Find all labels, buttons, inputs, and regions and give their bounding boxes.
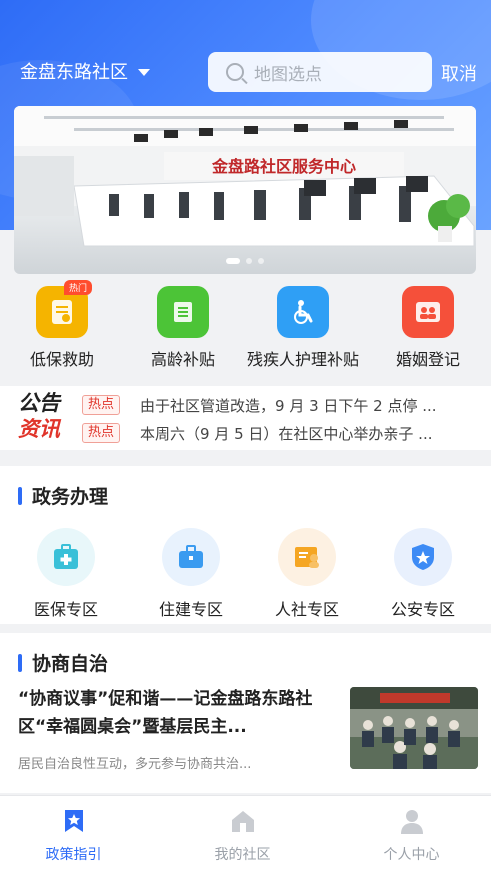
article-summary: 居民自治良性互动，多元参与协商共治...	[18, 757, 252, 772]
article-title[interactable]: “协商议事”促和谐——记金盘路东路社区“幸福圆桌会”暨基层民主...	[18, 685, 318, 741]
bottom-tab-bar: 政策指引 我的社区 个人中心	[0, 795, 491, 877]
user-icon	[397, 806, 427, 836]
gov-social-security[interactable]: 人社专区	[252, 528, 362, 620]
book-icon	[157, 286, 209, 338]
gov-public-security[interactable]: 公安专区	[368, 528, 478, 620]
tab-personal-center[interactable]: 个人中心	[330, 806, 491, 864]
home-icon	[228, 806, 258, 836]
search-icon	[226, 63, 244, 81]
service-label: 残疾人护理补贴	[246, 350, 359, 369]
section-title: 协商自治	[18, 649, 108, 676]
quick-services: 热门 低保救助 高龄补贴 残疾人护理补贴 婚姻登记	[0, 280, 491, 382]
hot-tag: 热点	[82, 423, 121, 443]
hot-tag: 热点	[82, 395, 121, 415]
search-placeholder: 地图选点	[254, 64, 322, 85]
location-selector[interactable]: 金盘东路社区	[20, 58, 150, 84]
notice-logo: 公告 资讯	[18, 390, 60, 441]
banner-sign-text: 金盘路社区服务中心	[211, 157, 356, 176]
policy-bookmark-icon	[59, 806, 89, 836]
service-elderly-subsidy[interactable]: 高龄补贴	[118, 286, 248, 370]
service-marriage[interactable]: 婚姻登记	[363, 286, 491, 370]
gov-label: 住建专区	[158, 600, 223, 619]
service-label: 高龄补贴	[150, 350, 215, 369]
gov-section: 政务办理 医保专区 住建专区 人社专区 公安专区	[0, 466, 491, 624]
notice-board: 公告 资讯 热点 由于社区管道改造，9 月 3 日下午 2 点停 ... 热点 …	[0, 386, 491, 450]
article-thumbnail[interactable]	[350, 687, 478, 769]
wheelchair-icon	[277, 286, 329, 338]
police-badge-icon	[394, 528, 452, 586]
consult-section: 协商自治 “协商议事”促和谐——记金盘路东路社区“幸福圆桌会”暨基层民主... …	[0, 633, 491, 793]
cancel-button[interactable]: 取消	[441, 60, 477, 86]
tab-label: 个人中心	[383, 847, 440, 863]
gov-label: 人社专区	[274, 600, 339, 619]
notice-text: 本周六（9 月 5 日）在社区中心举办亲子 ...	[140, 424, 433, 443]
medical-kit-icon	[37, 528, 95, 586]
banner-image: 金盘路社区服务中心	[14, 106, 476, 274]
carousel-indicator	[226, 258, 264, 264]
gov-label: 医保专区	[33, 600, 98, 619]
search-input[interactable]: 地图选点	[208, 52, 432, 92]
location-label: 金盘东路社区	[20, 62, 128, 83]
service-dibao[interactable]: 热门 低保救助	[0, 280, 127, 370]
tab-my-community[interactable]: 我的社区	[161, 806, 324, 864]
banner-carousel[interactable]: 金盘路社区服务中心	[14, 106, 476, 274]
service-disability-care[interactable]: 残疾人护理补贴	[238, 286, 368, 370]
tab-policy-guide[interactable]: 政策指引	[0, 806, 155, 864]
gov-medical-insurance[interactable]: 医保专区	[11, 528, 121, 620]
notice-item[interactable]: 热点 本周六（9 月 5 日）在社区中心举办亲子 ...	[82, 422, 470, 444]
top-bar: 金盘东路社区 地图选点 取消	[0, 48, 491, 94]
hot-badge: 热门	[63, 280, 92, 295]
notice-item[interactable]: 热点 由于社区管道改造，9 月 3 日下午 2 点停 ...	[82, 394, 470, 416]
couple-icon	[402, 286, 454, 338]
section-title: 政务办理	[18, 482, 108, 509]
tab-label: 政策指引	[45, 847, 102, 863]
briefcase-icon	[162, 528, 220, 586]
tab-label: 我的社区	[214, 847, 271, 863]
gov-housing[interactable]: 住建专区	[136, 528, 246, 620]
service-label: 低保救助	[29, 350, 94, 369]
id-card-icon	[278, 528, 336, 586]
gov-label: 公安专区	[390, 600, 455, 619]
notice-text: 由于社区管道改造，9 月 3 日下午 2 点停 ...	[140, 396, 437, 415]
service-label: 婚姻登记	[395, 350, 460, 369]
chevron-down-icon	[138, 68, 150, 76]
document-icon: 热门	[36, 280, 92, 338]
